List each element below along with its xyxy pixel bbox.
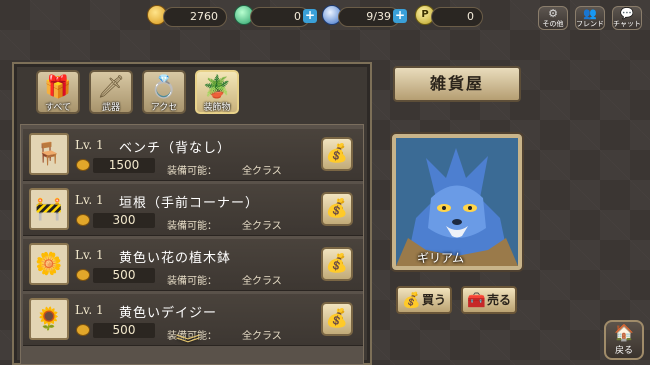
item-level: Lv. 1 — [75, 138, 104, 152]
sell-label: 売る — [487, 293, 512, 307]
flowerpot-icon: 🌼 — [29, 243, 69, 285]
ring-icon: 💍 — [150, 75, 178, 100]
all-icon: 🎁 — [44, 75, 72, 100]
add-stamina-button[interactable]: + — [393, 9, 407, 23]
daisy-icon: 🌻 — [29, 298, 69, 340]
coin-bag-icon: 💰 — [325, 143, 349, 164]
other-label: その他 — [542, 20, 564, 28]
tab-decorations-label: 装飾物 — [203, 103, 231, 113]
list-item[interactable]: 🪑 Lv. 1 ベンチ（背なし） 1500 装備可能： 全クラス 💰 — [23, 129, 363, 181]
back-label: 戻る — [614, 346, 633, 356]
coin-bag-icon: 💰 — [325, 253, 349, 274]
equip-value: 全クラス — [242, 166, 282, 177]
item-price: 1500 — [93, 158, 155, 173]
fence-icon: 🚧 — [29, 188, 69, 230]
coin-bag-icon: 💰 — [325, 308, 349, 329]
equip-value: 全クラス — [242, 331, 282, 342]
buy-item-button[interactable]: 💰 — [321, 192, 353, 226]
buy-item-button[interactable]: 💰 — [321, 137, 353, 171]
friend-label: フレンド — [576, 20, 604, 28]
item-price: 300 — [93, 213, 155, 228]
buy-item-button[interactable]: 💰 — [321, 302, 353, 336]
equip-label: 装備可能： — [167, 166, 217, 177]
tab-accessories-label: アクセ — [150, 103, 178, 113]
scroll-down-chevron-icon[interactable]: ︾ — [175, 330, 200, 356]
werewolf-portrait-icon — [396, 138, 518, 266]
coin-icon — [76, 324, 90, 336]
friends-icon: 👥 — [583, 7, 597, 20]
item-name: 垣根（手前コーナー） — [119, 196, 260, 211]
sell-button[interactable]: 🧰 売る — [461, 286, 517, 314]
item-name: ベンチ（背なし） — [119, 141, 232, 156]
item-level: Lv. 1 — [75, 193, 104, 207]
list-item[interactable]: 🚧 Lv. 1 垣根（手前コーナー） 300 装備可能： 全クラス 💰 — [23, 184, 363, 236]
equip-value: 全クラス — [242, 276, 282, 287]
item-price: 500 — [93, 323, 155, 338]
chat-icon: 💬 — [620, 7, 634, 20]
points-amount: 0 — [431, 7, 483, 27]
item-price: 500 — [93, 268, 155, 283]
add-gems-button[interactable]: + — [303, 9, 317, 23]
item-name: 黄色いデイジー — [119, 306, 218, 321]
item-level: Lv. 1 — [75, 303, 104, 317]
buy-item-button[interactable]: 💰 — [321, 247, 353, 281]
gold-amount: 2760 — [163, 7, 227, 27]
coin-icon — [76, 269, 90, 281]
coin-icon — [76, 214, 90, 226]
stamina-amount: 9/39 — [338, 7, 400, 27]
tab-weapons-label: 武器 — [101, 103, 120, 113]
sword-icon: 🗡 — [97, 75, 125, 100]
back-button[interactable]: 🏠 戻る — [604, 320, 644, 360]
shop-title: 雑貨屋 — [393, 66, 521, 102]
tab-all-label: すべて — [44, 103, 71, 113]
other-button[interactable]: ⚙ その他 — [538, 6, 568, 30]
tab-decorations[interactable]: 🪴 装飾物 — [195, 70, 239, 114]
coin-icon — [76, 159, 90, 171]
list-item[interactable]: 🌼 Lv. 1 黄色い花の植木鉢 500 装備可能： 全クラス 💰 — [23, 239, 363, 291]
equip-value: 全クラス — [242, 221, 282, 232]
chat-button[interactable]: 💬 チャット — [612, 6, 642, 30]
treasure-chest-icon: 🧰 — [467, 291, 486, 309]
gem-amount: 0 — [250, 7, 310, 27]
house-icon: 🏠 — [614, 323, 634, 342]
decoration-icon: 🪴 — [203, 75, 231, 100]
equip-label: 装備可能： — [167, 221, 217, 232]
tab-all[interactable]: 🎁 すべて — [36, 70, 80, 114]
equip-label: 装備可能： — [167, 276, 217, 287]
coin-bag-icon: 💰 — [402, 291, 421, 309]
tab-weapons[interactable]: 🗡 武器 — [89, 70, 133, 114]
coin-bag-icon: 💰 — [325, 198, 349, 219]
npc-name: ギリアム — [417, 251, 465, 265]
chat-label: チャット — [613, 20, 641, 28]
buy-button[interactable]: 💰 買う — [396, 286, 452, 314]
friend-button[interactable]: 👥 フレンド — [575, 6, 605, 30]
gear-icon: ⚙ — [548, 7, 558, 20]
tab-accessories[interactable]: 💍 アクセ — [142, 70, 186, 114]
buy-label: 買う — [422, 293, 447, 307]
bench-icon: 🪑 — [29, 133, 69, 175]
item-level: Lv. 1 — [75, 248, 104, 262]
item-name: 黄色い花の植木鉢 — [119, 251, 232, 266]
item-list[interactable]: 🪑 Lv. 1 ベンチ（背なし） 1500 装備可能： 全クラス 💰 🚧 Lv.… — [20, 124, 364, 365]
